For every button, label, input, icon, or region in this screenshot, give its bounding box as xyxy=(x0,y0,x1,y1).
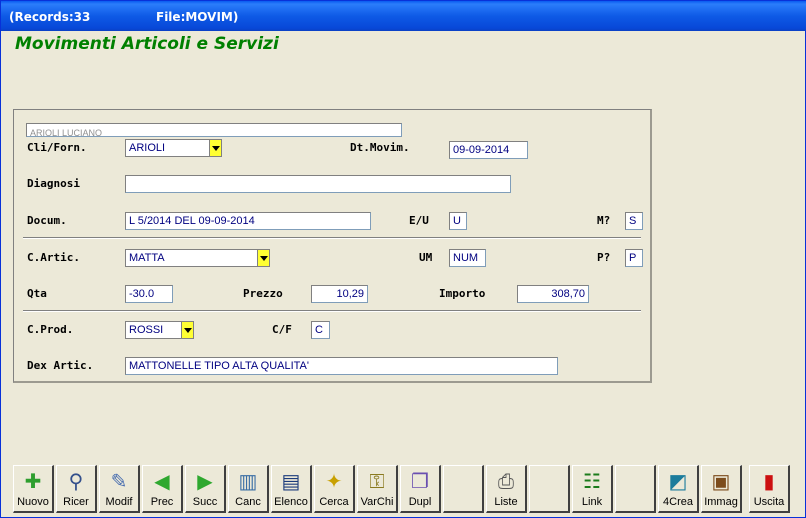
varchi-button[interactable]: ⚿ VarChi xyxy=(357,465,398,513)
link-icon: ☷ xyxy=(583,471,601,493)
trash-icon: ▥ xyxy=(238,471,258,493)
um-field[interactable]: NUM xyxy=(449,249,486,267)
cli-forn-label: Cli/Forn. xyxy=(27,141,87,154)
qta-field[interactable]: -30.0 xyxy=(125,285,173,303)
image-icon: ▣ xyxy=(711,471,731,493)
divider xyxy=(23,237,641,239)
immag-button[interactable]: ▣ Immag xyxy=(701,465,742,513)
c-prod-value: ROSSI xyxy=(129,324,164,336)
4crea-button[interactable]: ◩ 4Crea xyxy=(658,465,699,513)
p-field[interactable]: P xyxy=(625,249,643,267)
action-toolbar: ✚ Nuovo ⚲ Ricer ✎ Modif ◀ Prec ▶ Succ ▥ … xyxy=(13,465,791,515)
docum-label: Docum. xyxy=(27,214,67,227)
exit-door-icon: ▮ xyxy=(763,471,775,493)
c-artic-value: MATTA xyxy=(129,252,165,264)
um-label: UM xyxy=(419,251,433,264)
record-panel xyxy=(13,109,652,383)
list-icon: ▤ xyxy=(281,471,301,493)
importo-label: Importo xyxy=(439,287,486,300)
duplicate-icon: ❐ xyxy=(411,471,429,493)
diagnosi-field[interactable] xyxy=(125,175,511,193)
c-artic-label: C.Artic. xyxy=(27,251,80,264)
search-icon: ⚲ xyxy=(68,471,84,493)
nuovo-button[interactable]: ✚ Nuovo xyxy=(13,465,54,513)
uscita-button[interactable]: ▮ Uscita xyxy=(749,465,790,513)
chevron-down-icon[interactable] xyxy=(257,250,269,266)
keys-icon: ⚿ xyxy=(369,471,385,493)
dex-artic-label: Dex Artic. xyxy=(27,359,94,372)
canc-button[interactable]: ▥ Canc xyxy=(228,465,269,513)
dupl-button[interactable]: ❐ Dupl xyxy=(400,465,441,513)
modif-button[interactable]: ✎ Modif xyxy=(99,465,140,513)
empty-button[interactable] xyxy=(615,465,656,513)
qta-label: Qta xyxy=(27,287,47,300)
title-bar: (Records:33 File:MOVIM) xyxy=(1,1,806,31)
cli-forn-value: ARIOLI xyxy=(129,142,166,154)
dt-movim-label: Dt.Movim. xyxy=(350,141,410,154)
docum-field[interactable]: L 5/2014 DEL 09-09-2014 xyxy=(125,212,371,230)
m-label: M? xyxy=(597,214,611,227)
dex-artic-field[interactable]: MATTONELLE TIPO ALTA QUALITA' xyxy=(125,357,558,375)
printer-icon: ⎙ xyxy=(498,471,514,493)
p-label: P? xyxy=(597,251,611,264)
chevron-down-icon[interactable] xyxy=(181,322,193,338)
arrow-right-icon: ▶ xyxy=(197,471,213,493)
prezzo-field[interactable]: 10,29 xyxy=(311,285,368,303)
c-prod-label: C.Prod. xyxy=(27,323,74,336)
cli-forn-combo[interactable]: ARIOLI xyxy=(125,139,222,157)
c-f-label: C/F xyxy=(272,323,292,336)
edit-icon: ✎ xyxy=(110,471,128,493)
form-title: Movimenti Articoli e Servizi xyxy=(15,34,279,54)
c-artic-combo[interactable]: MATTA xyxy=(125,249,270,267)
dt-movim-field[interactable]: 09-09-2014 xyxy=(449,141,528,159)
m-field[interactable]: S xyxy=(625,212,643,230)
ricer-button[interactable]: ⚲ Ricer xyxy=(56,465,97,513)
e-u-label: E/U xyxy=(409,214,429,227)
prezzo-label: Prezzo xyxy=(243,287,283,300)
prec-button[interactable]: ◀ Prec xyxy=(142,465,183,513)
file-name: File:MOVIM) xyxy=(156,10,239,24)
importo-field[interactable]: 308,70 xyxy=(517,285,589,303)
app-window: (Records:33 File:MOVIM) Movimenti Artico… xyxy=(0,0,806,518)
c-prod-combo[interactable]: ROSSI xyxy=(125,321,194,339)
e-u-field[interactable]: U xyxy=(449,212,467,230)
chevron-down-icon[interactable] xyxy=(209,140,221,156)
link-button[interactable]: ☷ Link xyxy=(572,465,613,513)
records-count: (Records:33 xyxy=(9,10,91,24)
new-icon: ✚ xyxy=(24,471,42,493)
elenco-button[interactable]: ▤ Elenco xyxy=(271,465,312,513)
c-f-field[interactable]: C xyxy=(311,321,330,339)
empty-button[interactable] xyxy=(443,465,484,513)
diagnosi-label: Diagnosi xyxy=(27,177,80,190)
create-icon: ◩ xyxy=(668,471,688,493)
succ-button[interactable]: ▶ Succ xyxy=(185,465,226,513)
divider xyxy=(23,310,641,312)
header-name-field: ARIOLI LUCIANO xyxy=(26,123,402,137)
find-icon: ✦ xyxy=(325,471,343,493)
empty-button[interactable] xyxy=(529,465,570,513)
cerca-button[interactable]: ✦ Cerca xyxy=(314,465,355,513)
arrow-left-icon: ◀ xyxy=(154,471,170,493)
liste-button[interactable]: ⎙ Liste xyxy=(486,465,527,513)
